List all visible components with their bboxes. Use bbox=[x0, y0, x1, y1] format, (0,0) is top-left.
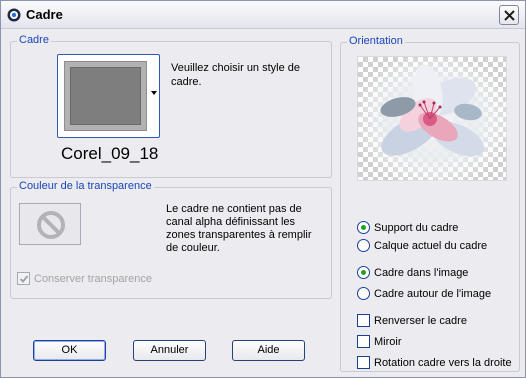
conserver-transparence-label: Conserver transparence bbox=[34, 272, 153, 285]
checkbox-box[interactable] bbox=[357, 335, 370, 348]
cancel-button[interactable]: Annuler bbox=[133, 340, 206, 361]
radio-label: Cadre autour de l'image bbox=[374, 287, 492, 300]
checkbox-label: Renverser le cadre bbox=[374, 314, 467, 327]
psp-app-icon bbox=[7, 8, 21, 22]
frame-style-picker[interactable] bbox=[57, 54, 160, 138]
close-button[interactable] bbox=[499, 5, 519, 25]
checkbox-label: Rotation cadre vers la droite bbox=[374, 356, 512, 369]
help-button[interactable]: Aide bbox=[232, 340, 305, 361]
transparency-color-swatch[interactable] bbox=[19, 203, 81, 245]
title-bar[interactable]: Cadre bbox=[1, 1, 525, 29]
radio-label: Cadre dans l'image bbox=[374, 266, 469, 279]
no-color-icon bbox=[37, 211, 65, 239]
radio-button[interactable] bbox=[357, 239, 370, 252]
radio-button[interactable] bbox=[357, 287, 370, 300]
checkbox-box[interactable] bbox=[357, 356, 370, 369]
frame-name: Corel_09_18 bbox=[61, 144, 159, 163]
chevron-down-icon[interactable] bbox=[150, 89, 158, 97]
radio-calque-actuel[interactable]: Calque actuel du cadre bbox=[357, 239, 487, 252]
cadre-dialog: Cadre Cadre Corel_09_18 Veuillez choisir… bbox=[0, 0, 526, 378]
cadre-group: Cadre Corel_09_18 Veuillez choisir un st… bbox=[10, 34, 332, 178]
radio-cadre-dans-image[interactable]: Cadre dans l'image bbox=[357, 266, 468, 279]
checkbox-box[interactable] bbox=[357, 314, 370, 327]
window-title: Cadre bbox=[26, 7, 63, 22]
miroir-checkbox[interactable]: Miroir bbox=[357, 335, 402, 348]
couleur-group: Couleur de la transparence Le cadre ne c… bbox=[10, 180, 332, 299]
radio-support-du-cadre[interactable]: Support du cadre bbox=[357, 221, 458, 234]
radio-button[interactable] bbox=[357, 221, 370, 234]
frame-preview-image bbox=[357, 56, 508, 182]
radio-cadre-autour-image[interactable]: Cadre autour de l'image bbox=[357, 287, 491, 300]
flower-preview-icon bbox=[358, 57, 508, 182]
ok-button[interactable]: OK bbox=[33, 340, 106, 361]
cadre-hint: Veuillez choisir un style de cadre. bbox=[171, 62, 301, 88]
checkbox-box[interactable] bbox=[17, 272, 30, 285]
close-icon bbox=[504, 10, 515, 21]
cadre-group-label: Cadre bbox=[17, 34, 51, 46]
radio-button[interactable] bbox=[357, 266, 370, 279]
frame-thumbnail-inner bbox=[70, 67, 141, 125]
radio-label: Calque actuel du cadre bbox=[374, 239, 488, 252]
alpha-channel-note: Le cadre ne contient pas de canal alpha … bbox=[166, 203, 312, 254]
couleur-group-label: Couleur de la transparence bbox=[17, 180, 154, 192]
orientation-group: Orientation Support du cadre Calque actu… bbox=[340, 35, 520, 372]
renverser-checkbox[interactable]: Renverser le cadre bbox=[357, 314, 467, 327]
checkmark-icon bbox=[19, 275, 29, 283]
orientation-group-label: Orientation bbox=[347, 35, 405, 47]
radio-label: Support du cadre bbox=[374, 221, 459, 234]
rotation-checkbox[interactable]: Rotation cadre vers la droite bbox=[357, 356, 512, 369]
conserver-transparence-checkbox[interactable]: Conserver transparence bbox=[17, 272, 152, 285]
frame-thumbnail bbox=[64, 61, 147, 131]
checkbox-label: Miroir bbox=[374, 335, 402, 348]
